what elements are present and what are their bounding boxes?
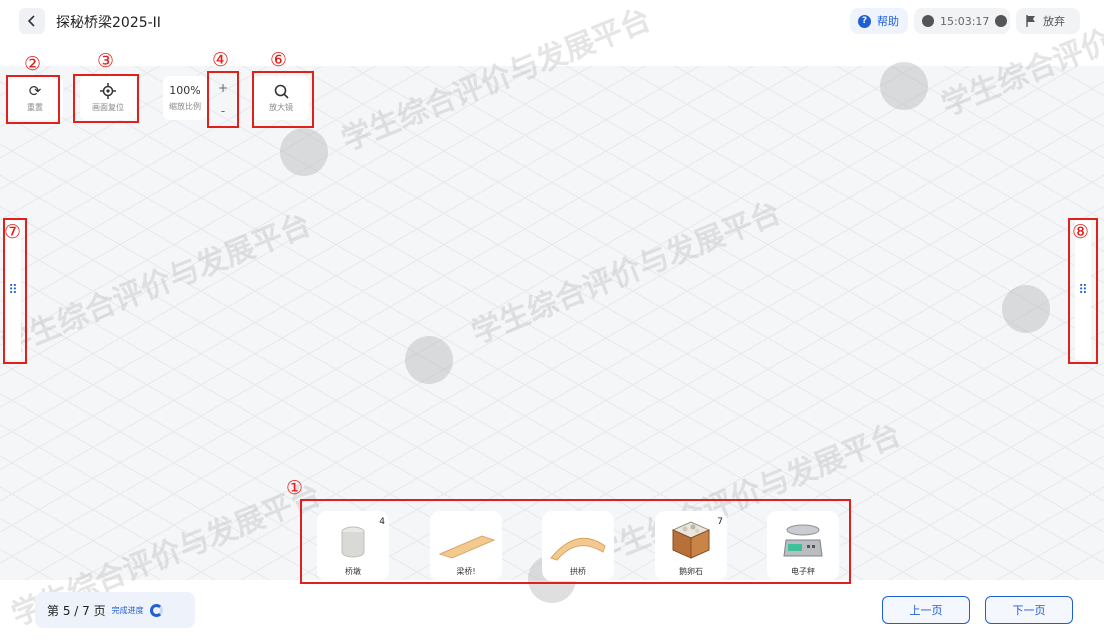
chevron-left-icon	[27, 15, 35, 27]
help-label: 帮助	[877, 15, 899, 28]
scale-icon	[783, 524, 823, 557]
tray-item-pier[interactable]: 4 桥墩	[317, 511, 389, 581]
tray-item-arch-bridge[interactable]: 拱桥	[542, 511, 614, 581]
annotation-number: ③	[97, 50, 115, 72]
zoom-label: 缩放比例	[169, 102, 201, 111]
clock-icon	[922, 15, 934, 27]
zoom-display: 100% 缩放比例	[163, 76, 207, 120]
drag-handle-icon: ⠿	[8, 282, 18, 298]
timer-value: 15:03:17	[940, 14, 990, 28]
magnifier-button[interactable]: 放大镜	[253, 76, 309, 120]
annotation-number: ①	[286, 477, 304, 499]
tray-item-pebbles[interactable]: 7 鹅卵石	[655, 511, 727, 581]
reset-label: 重置	[27, 102, 43, 112]
annotation-number: ④	[212, 49, 230, 71]
help-button[interactable]: ? 帮助	[850, 8, 908, 34]
arch-icon	[550, 537, 606, 561]
zoom-controls: + -	[210, 76, 236, 122]
component-tray: 4 桥墩 梁桥! 拱桥 7 鹅卵石 电子秤	[303, 501, 849, 583]
prev-page-button[interactable]: 上一页	[882, 596, 970, 624]
chat-icon[interactable]	[995, 15, 1008, 27]
progress-label: 完成进度	[111, 605, 144, 615]
annotation-number: ⑥	[270, 49, 288, 71]
zoom-out-button[interactable]: -	[221, 104, 225, 118]
page-number: 第 5 / 7 页	[47, 603, 106, 618]
plank-icon	[438, 535, 496, 559]
zoom-in-button[interactable]: +	[218, 81, 228, 95]
annotation-number: ⑧	[1072, 221, 1090, 243]
reset-button[interactable]: ⟳ 重置	[7, 76, 63, 120]
annotation-number: ⑦	[4, 221, 22, 243]
tray-item-beam-bridge[interactable]: 梁桥!	[430, 511, 502, 581]
item-name: 桥墩	[345, 567, 361, 576]
crosshair-icon	[100, 83, 116, 99]
pier-icon	[341, 526, 365, 558]
back-button[interactable]	[19, 8, 45, 34]
quit-button[interactable]: 放弃	[1016, 8, 1080, 34]
quit-label: 放弃	[1043, 15, 1065, 28]
tray-item-scale[interactable]: 电子秤	[767, 511, 839, 581]
magnifier-label: 放大镜	[269, 102, 293, 112]
item-count: 4	[379, 517, 385, 527]
item-name: 拱桥	[570, 567, 586, 576]
item-name: 鹅卵石	[679, 567, 703, 576]
question-icon: ?	[858, 14, 871, 28]
progress-ring-icon	[149, 603, 163, 617]
top-bar: 探秘桥梁2025-II ? 帮助 15:03:17 放弃	[0, 0, 1104, 44]
timer: 15:03:17	[914, 8, 1010, 34]
flag-icon	[1026, 15, 1035, 27]
item-name: 梁桥!	[456, 567, 476, 576]
page-indicator: 第 5 / 7 页 完成进度	[35, 592, 195, 628]
drag-handle-icon: ⠿	[1078, 282, 1088, 298]
refresh-icon: ⟳	[28, 81, 42, 100]
annotation-number: ②	[24, 53, 42, 75]
item-name: 电子秤	[791, 567, 815, 576]
zoom-value: 100%	[169, 84, 201, 97]
recenter-label: 画面复位	[92, 103, 124, 112]
search-icon	[274, 84, 289, 99]
item-count: 7	[717, 517, 723, 527]
pebble-box-icon	[671, 521, 711, 559]
recenter-button[interactable]: 画面复位	[80, 76, 136, 120]
next-page-button[interactable]: 下一页	[985, 596, 1073, 624]
page-title: 探秘桥梁2025-II	[56, 15, 161, 31]
